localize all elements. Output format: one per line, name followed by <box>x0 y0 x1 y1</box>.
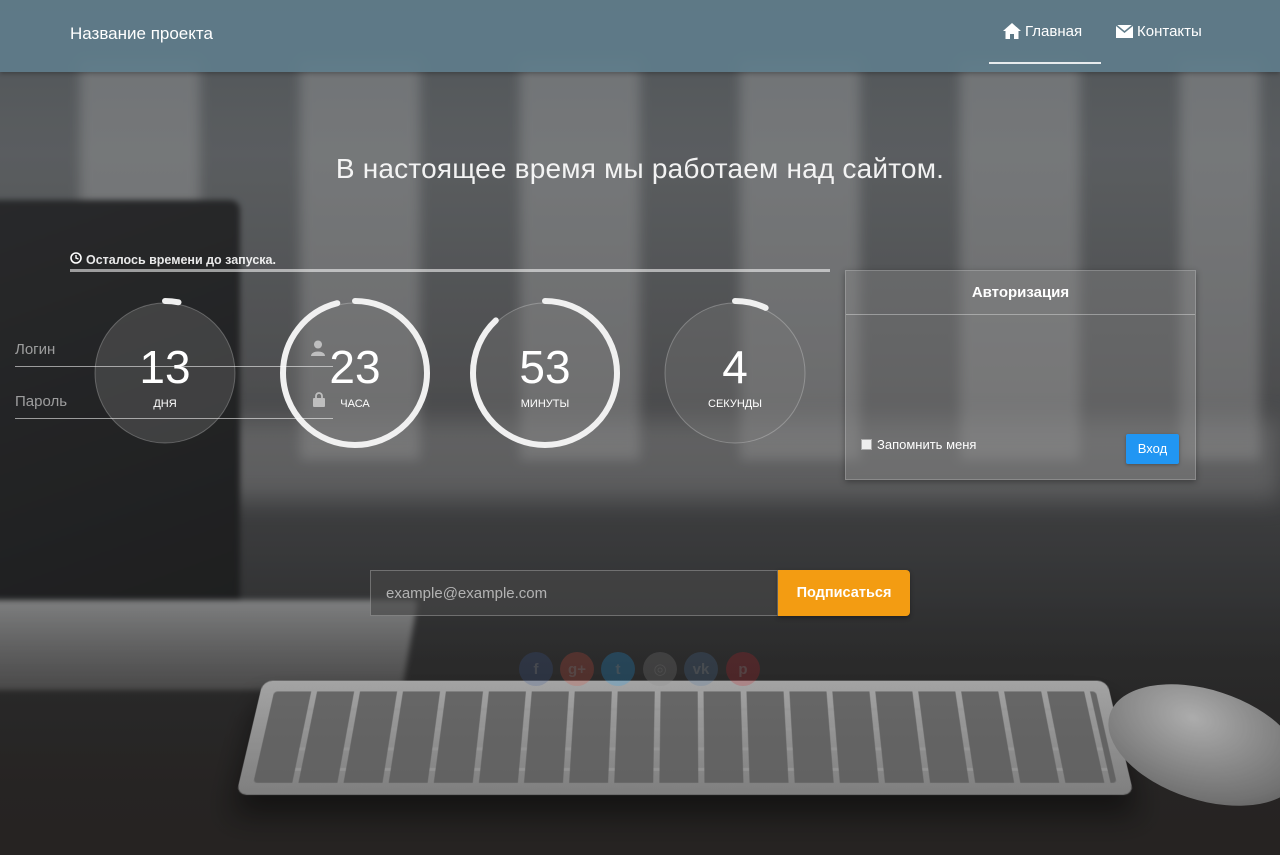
clock-icon <box>70 252 82 267</box>
nav-contacts[interactable]: Контакты <box>1102 0 1216 62</box>
login-input[interactable] <box>15 332 295 366</box>
remember-me[interactable]: Запомнить меня <box>861 437 976 452</box>
brand-link[interactable]: Название проекта <box>70 24 213 44</box>
login-title: Авторизация <box>846 271 1195 315</box>
countdown-days: 13 дня <box>90 298 240 448</box>
password-input[interactable] <box>15 384 295 418</box>
subscribe-button[interactable]: Подписаться <box>778 570 910 616</box>
countdown-label: Осталось времени до запуска. <box>70 252 276 267</box>
seconds-unit: секунды <box>660 398 810 410</box>
home-icon <box>1003 23 1021 39</box>
twitter-icon[interactable]: t <box>601 652 635 686</box>
navbar: Название проекта Главная Контакты <box>0 0 1280 72</box>
pinterest-icon[interactable]: p <box>726 652 760 686</box>
login-button[interactable]: Вход <box>1126 434 1179 464</box>
nav-contacts-label: Контакты <box>1137 23 1202 40</box>
remember-label: Запомнить меня <box>877 437 976 452</box>
countdown-hours: 23 часа <box>280 298 430 448</box>
facebook-icon[interactable]: f <box>519 652 553 686</box>
envelope-icon <box>1116 25 1133 38</box>
subscribe-field <box>370 570 778 616</box>
remember-checkbox[interactable] <box>861 439 872 450</box>
password-field <box>15 384 333 419</box>
countdown-label-text: Осталось времени до запуска. <box>86 253 276 267</box>
vk-icon[interactable]: vk <box>684 652 718 686</box>
login-field <box>15 332 333 367</box>
user-icon <box>311 340 325 361</box>
nav-home[interactable]: Главная <box>989 0 1101 64</box>
countdown-minutes: 53 минуты <box>470 298 620 448</box>
page-title: В настоящее время мы работаем над сайтом… <box>0 153 1280 185</box>
nav-home-label: Главная <box>1025 23 1082 40</box>
minutes-unit: минуты <box>470 398 620 410</box>
countdown-divider <box>70 269 830 272</box>
seconds-value: 4 <box>660 344 810 390</box>
email-input[interactable] <box>386 571 766 615</box>
countdown-seconds: 4 секунды <box>660 298 810 448</box>
instagram-icon[interactable]: ◎ <box>643 652 677 686</box>
lock-icon <box>313 392 325 412</box>
minutes-value: 53 <box>470 344 620 390</box>
google-plus-icon[interactable]: g+ <box>560 652 594 686</box>
